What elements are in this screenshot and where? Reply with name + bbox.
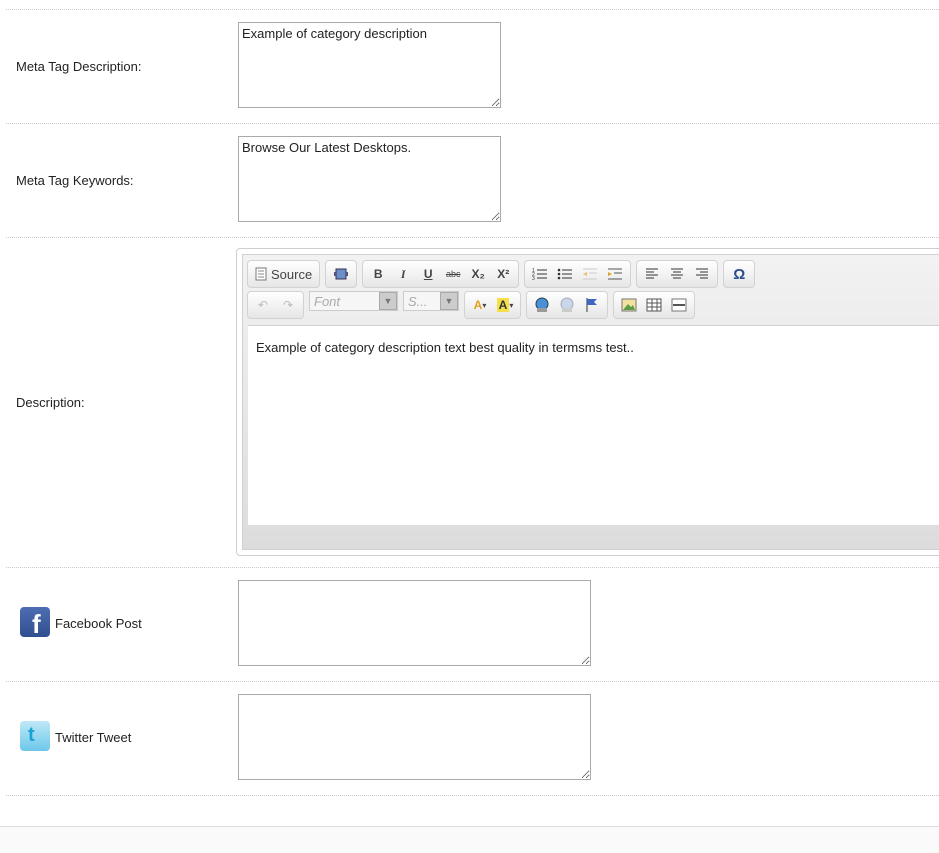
image-button[interactable] <box>618 295 640 315</box>
chevron-down-icon: ▾ <box>482 300 487 310</box>
underline-button[interactable]: U <box>417 264 439 284</box>
twitter-icon: t <box>20 721 50 751</box>
superscript-button[interactable]: X² <box>492 264 514 284</box>
facebook-icon: f <box>20 607 50 639</box>
redo-icon: ↷ <box>282 298 294 312</box>
font-select-value: Font <box>314 293 341 309</box>
show-blocks-button[interactable] <box>330 264 352 284</box>
outdent-button[interactable] <box>579 264 601 284</box>
toolbar-group-insert <box>613 291 695 319</box>
horizontal-rule-button[interactable] <box>668 295 690 315</box>
align-left-button[interactable] <box>641 264 663 284</box>
toolbar-row-1: Source B I U abc X₂ X² 123 Ω <box>247 260 756 288</box>
chevron-down-icon: ▼ <box>379 292 397 310</box>
twitter-label: Twitter Tweet <box>55 730 132 745</box>
align-center-icon <box>671 268 684 279</box>
flag-icon <box>586 298 597 312</box>
image-icon <box>621 298 637 312</box>
size-select[interactable]: S... ▼ <box>403 291 459 311</box>
facebook-label: Facebook Post <box>55 616 142 631</box>
toolbar-group-align <box>636 260 719 288</box>
toolbar-group-undo: ↶ ↷ <box>247 291 304 319</box>
toolbar-group-lists: 123 <box>524 260 632 288</box>
editor-content-text: Example of category description text bes… <box>256 340 634 355</box>
toolbar-group-colors: A ▾ A ▾ <box>464 291 521 319</box>
align-center-button[interactable] <box>666 264 688 284</box>
horizontal-rule-icon <box>671 298 687 312</box>
size-select-value: S... <box>408 293 428 309</box>
editor-content[interactable]: Example of category description text bes… <box>248 325 939 525</box>
subscript-button[interactable]: X₂ <box>467 264 489 284</box>
table-button[interactable] <box>643 295 665 315</box>
toolbar-row-2: ↶ ↷ Font ▼ S... ▼ A ▾ A ▾ <box>247 291 695 319</box>
chip-icon <box>334 268 349 280</box>
table-icon <box>646 298 662 312</box>
special-char-button[interactable]: Ω <box>728 264 750 284</box>
undo-icon: ↶ <box>257 298 269 312</box>
toolbar-group-special: Ω <box>723 260 756 288</box>
description-label: Description: <box>16 395 85 410</box>
outdent-icon <box>583 268 598 280</box>
numbered-list-button[interactable]: 123 <box>529 264 551 284</box>
text-color-icon: A <box>473 298 483 312</box>
editor-chrome: Source B I U abc X₂ X² 123 Ω ↶ ↷ Font ▼ … <box>242 254 939 550</box>
unlink-icon <box>560 297 574 312</box>
link-button[interactable] <box>531 295 553 315</box>
chevron-down-icon: ▾ <box>509 300 514 310</box>
footer-divider <box>0 826 939 853</box>
italic-button[interactable]: I <box>392 264 414 284</box>
facebook-post-field[interactable] <box>238 580 591 666</box>
meta-description-field[interactable]: Example of category description <box>238 22 501 108</box>
bg-color-button[interactable]: A ▾ <box>494 295 516 315</box>
align-right-icon <box>696 268 709 279</box>
strikethrough-button[interactable]: abc <box>442 264 464 284</box>
bulleted-list-icon <box>557 268 573 280</box>
toolbar-group-source: Source <box>247 260 321 288</box>
top-divider <box>6 0 939 10</box>
meta-keywords-label: Meta Tag Keywords: <box>16 173 134 188</box>
chevron-down-icon: ▼ <box>440 292 458 310</box>
bulleted-list-button[interactable] <box>554 264 576 284</box>
toolbar-group-basicstyles: B I U abc X₂ X² <box>362 260 520 288</box>
meta-keywords-field[interactable]: Browse Our Latest Desktops. <box>238 136 501 222</box>
toolbar-group-templates <box>325 260 358 288</box>
font-select[interactable]: Font ▼ <box>309 291 398 311</box>
source-button[interactable]: Source <box>252 264 315 284</box>
meta-description-label: Meta Tag Description: <box>16 59 142 74</box>
twitter-tweet-field[interactable] <box>238 694 591 780</box>
indent-icon <box>608 268 623 280</box>
unlink-button[interactable] <box>556 295 578 315</box>
source-button-label: Source <box>271 266 313 282</box>
bold-button[interactable]: B <box>367 264 389 284</box>
align-right-button[interactable] <box>691 264 713 284</box>
indent-button[interactable] <box>604 264 626 284</box>
link-globe-icon <box>535 297 549 312</box>
numbered-list-icon: 123 <box>532 268 548 281</box>
undo-button[interactable]: ↶ <box>252 295 274 315</box>
toolbar-group-links <box>526 291 608 319</box>
rich-text-editor: Source B I U abc X₂ X² 123 Ω ↶ ↷ Font ▼ … <box>236 248 939 556</box>
redo-button[interactable]: ↷ <box>277 295 299 315</box>
align-left-icon <box>646 268 659 279</box>
omega-icon: Ω <box>733 265 746 283</box>
svg-text:3: 3 <box>532 276 535 281</box>
anchor-button[interactable] <box>581 295 603 315</box>
text-color-button[interactable]: A ▾ <box>469 295 491 315</box>
document-icon <box>255 267 267 281</box>
highlight-icon: A <box>496 298 510 312</box>
